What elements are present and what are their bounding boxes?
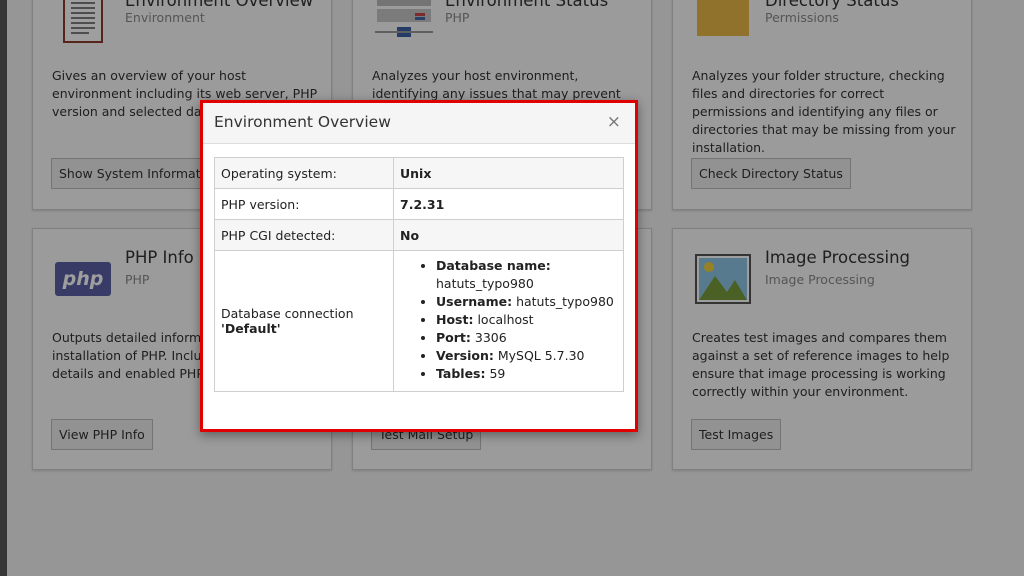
database-connection-label: Database connection: [221, 306, 354, 321]
database-details-list: Database name: hatuts_typo980 Username: …: [400, 251, 617, 391]
environment-info-table: Operating system: Unix PHP version: 7.2.…: [214, 157, 624, 392]
list-item: Username: hatuts_typo980: [436, 293, 617, 311]
database-connection-name: 'Default': [221, 321, 281, 336]
row-label: Operating system:: [214, 157, 394, 189]
row-label: Database connection 'Default': [214, 250, 394, 392]
table-row: Database connection 'Default' Database n…: [214, 250, 624, 392]
row-value: Database name: hatuts_typo980 Username: …: [393, 250, 624, 392]
modal-header: Environment Overview ×: [203, 103, 635, 144]
list-item: Port: 3306: [436, 329, 617, 347]
row-value: Unix: [393, 157, 624, 189]
environment-overview-modal: Environment Overview × Operating system:…: [200, 100, 638, 432]
table-row: PHP version: 7.2.31: [214, 188, 624, 220]
table-row: Operating system: Unix: [214, 157, 624, 189]
list-item: Tables: 59: [436, 365, 617, 383]
list-item: Host: localhost: [436, 311, 617, 329]
row-value: No: [393, 219, 624, 251]
close-icon[interactable]: ×: [607, 112, 621, 132]
modal-title: Environment Overview: [214, 113, 391, 131]
list-item: Database name: hatuts_typo980: [436, 257, 617, 293]
row-label: PHP version:: [214, 188, 394, 220]
row-value: 7.2.31: [393, 188, 624, 220]
row-label: PHP CGI detected:: [214, 219, 394, 251]
table-row: PHP CGI detected: No: [214, 219, 624, 251]
list-item: Version: MySQL 5.7.30: [436, 347, 617, 365]
